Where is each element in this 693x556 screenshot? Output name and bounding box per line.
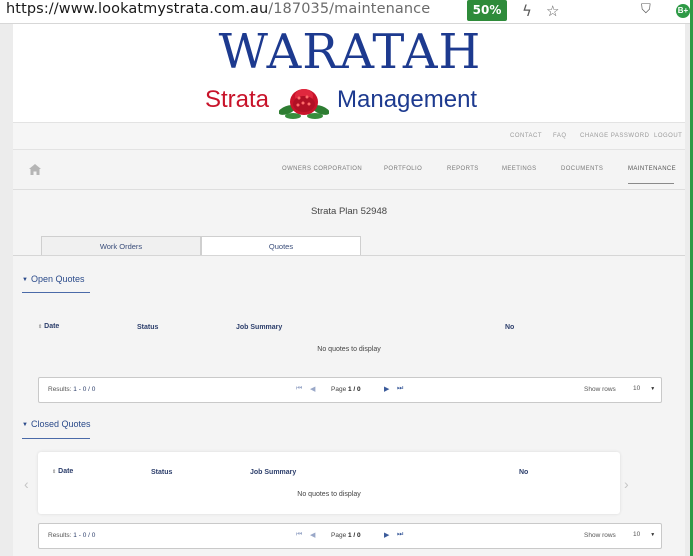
open-col-date[interactable]: ⇕ Date bbox=[38, 323, 59, 330]
open-results-value: 1 - 0 / 0 bbox=[73, 386, 96, 393]
closed-page-info: Page 1 / 0 bbox=[331, 532, 361, 539]
waratah-flower-icon bbox=[279, 89, 329, 119]
page-content: WARATAH Strata Management CONTACT FAQ CH… bbox=[13, 24, 685, 556]
open-show-rows-label: Show rows bbox=[584, 386, 616, 393]
open-col-no[interactable]: No bbox=[505, 324, 514, 331]
logo-left-word: Strata bbox=[205, 86, 270, 113]
tab-quotes[interactable]: Quotes bbox=[201, 236, 361, 256]
home-icon[interactable] bbox=[29, 164, 41, 175]
tab-work-orders[interactable]: Work Orders bbox=[41, 236, 201, 256]
first-page-icon[interactable]: ⏮ bbox=[296, 385, 302, 393]
closed-col-status[interactable]: Status bbox=[151, 469, 172, 476]
open-col-date-label: Date bbox=[44, 323, 60, 330]
open-quotes-underline bbox=[22, 292, 90, 293]
closed-col-job-summary[interactable]: Job Summary bbox=[250, 469, 296, 476]
lightning-icon[interactable]: ϟ bbox=[522, 2, 532, 20]
open-quotes-toggle[interactable]: ▼ Open Quotes bbox=[22, 274, 85, 284]
logout-link[interactable]: LOGOUT bbox=[654, 133, 682, 139]
bookmark-star-icon[interactable]: ☆ bbox=[546, 2, 559, 20]
nav-owners-corporation[interactable]: OWNERS CORPORATION bbox=[282, 166, 362, 172]
closed-rows-select[interactable]: 10 ▼ bbox=[633, 531, 655, 538]
open-quotes-empty-message: No quotes to display bbox=[317, 346, 381, 353]
active-nav-indicator bbox=[628, 183, 674, 184]
caret-down-icon: ▼ bbox=[22, 277, 28, 283]
browser-toolbar: https://www.lookatmystrata.com.au/187035… bbox=[0, 0, 693, 24]
sort-icon: ⇕ bbox=[52, 469, 57, 475]
closed-results-summary: Results: 1 - 0 / 0 bbox=[48, 532, 95, 539]
site-header: WARATAH Strata Management bbox=[13, 24, 685, 122]
closed-page-label: Page bbox=[331, 532, 347, 539]
closed-page-value: 1 / 0 bbox=[348, 532, 361, 539]
logo-title: WARATAH bbox=[218, 24, 482, 80]
tab-divider bbox=[13, 255, 685, 256]
prev-page-icon[interactable]: ◀ bbox=[310, 531, 315, 539]
open-page-value: 1 / 0 bbox=[348, 386, 361, 393]
scroll-right-arrow-icon[interactable]: › bbox=[624, 476, 629, 492]
nav-reports[interactable]: REPORTS bbox=[447, 166, 479, 172]
closed-quotes-underline bbox=[22, 438, 90, 439]
closed-quotes-empty-message: No quotes to display bbox=[297, 491, 361, 498]
zoom-level-badge[interactable]: 50% bbox=[467, 0, 507, 21]
open-rows-value: 10 bbox=[633, 385, 641, 392]
profile-avatar[interactable]: B+ bbox=[676, 4, 690, 18]
contact-link[interactable]: CONTACT bbox=[510, 133, 542, 139]
closed-results-label: Results: bbox=[48, 532, 72, 539]
scroll-left-arrow-icon[interactable]: ‹ bbox=[24, 476, 29, 492]
page-title: Strata Plan 52948 bbox=[310, 206, 388, 217]
last-page-icon[interactable]: ⏭ bbox=[397, 531, 403, 539]
sort-icon: ⇕ bbox=[38, 324, 43, 330]
closed-quotes-heading: Closed Quotes bbox=[30, 419, 91, 429]
nav-portfolio[interactable]: PORTFOLIO bbox=[384, 166, 422, 172]
site-logo[interactable]: WARATAH Strata Management bbox=[205, 24, 495, 122]
next-page-icon[interactable]: ▶ bbox=[384, 385, 389, 393]
faq-link[interactable]: FAQ bbox=[553, 133, 567, 139]
pocket-icon[interactable]: ⛉ bbox=[641, 2, 651, 17]
open-page-label: Page bbox=[331, 386, 347, 393]
dropdown-icon: ▼ bbox=[650, 386, 656, 392]
main-navigation: OWNERS CORPORATION PORTFOLIO REPORTS MEE… bbox=[13, 150, 685, 190]
open-col-job-summary[interactable]: Job Summary bbox=[236, 324, 282, 331]
open-results-label: Results: bbox=[48, 386, 72, 393]
open-page-info: Page 1 / 0 bbox=[331, 386, 361, 393]
open-results-summary: Results: 1 - 0 / 0 bbox=[48, 386, 95, 393]
closed-quotes-pager: Results: 1 - 0 / 0 ⏮ ◀ Page 1 / 0 ▶ ⏭ Sh… bbox=[38, 523, 662, 549]
nav-meetings[interactable]: MEETINGS bbox=[502, 166, 537, 172]
open-quotes-heading: Open Quotes bbox=[30, 274, 85, 284]
logo-right-word: Management bbox=[337, 86, 478, 113]
open-col-status[interactable]: Status bbox=[137, 324, 158, 331]
closed-rows-value: 10 bbox=[633, 531, 641, 538]
open-rows-select[interactable]: 10 ▼ bbox=[633, 385, 655, 392]
closed-col-date-label: Date bbox=[58, 468, 74, 475]
closed-col-date[interactable]: ⇕ Date bbox=[52, 468, 73, 475]
first-page-icon[interactable]: ⏮ bbox=[296, 531, 302, 539]
utility-links: CONTACT FAQ CHANGE PASSWORD LOGOUT bbox=[13, 122, 685, 150]
closed-col-no[interactable]: No bbox=[519, 469, 528, 476]
open-quotes-pager: Results: 1 - 0 / 0 ⏮ ◀ Page 1 / 0 ▶ ⏭ Sh… bbox=[38, 377, 662, 403]
dropdown-icon: ▼ bbox=[650, 532, 656, 538]
closed-quotes-grid: ⇕ Date Status Job Summary No No quotes t… bbox=[38, 452, 620, 514]
url-domain: https://www.lookatmystrata.com.au bbox=[6, 1, 269, 17]
closed-results-value: 1 - 0 / 0 bbox=[73, 532, 96, 539]
next-page-icon[interactable]: ▶ bbox=[384, 531, 389, 539]
nav-maintenance[interactable]: MAINTENANCE bbox=[628, 166, 676, 172]
closed-show-rows-label: Show rows bbox=[584, 532, 616, 539]
url-path: /187035/maintenance bbox=[268, 1, 431, 17]
last-page-icon[interactable]: ⏭ bbox=[397, 385, 403, 393]
closed-quotes-toggle[interactable]: ▼ Closed Quotes bbox=[22, 419, 91, 429]
change-password-link[interactable]: CHANGE PASSWORD bbox=[580, 133, 649, 139]
prev-page-icon[interactable]: ◀ bbox=[310, 385, 315, 393]
caret-down-icon: ▼ bbox=[22, 422, 28, 428]
address-bar[interactable]: https://www.lookatmystrata.com.au/187035… bbox=[6, 1, 430, 17]
nav-documents[interactable]: DOCUMENTS bbox=[561, 166, 603, 172]
